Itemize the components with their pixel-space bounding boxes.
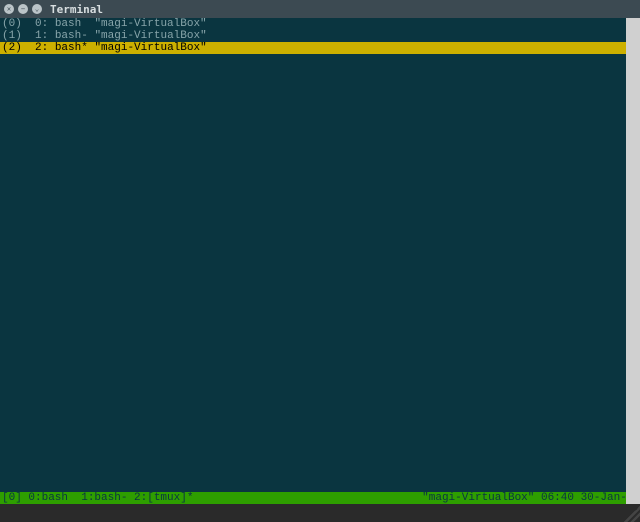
resize-handle-icon[interactable]: [624, 506, 640, 522]
minimize-icon[interactable]: −: [18, 4, 28, 14]
window-titlebar: ✕ − ⌄ Terminal: [0, 0, 640, 18]
tmux-session-line[interactable]: (1) 1: bash- "magi-VirtualBox": [0, 30, 640, 42]
statusbar-right: "magi-VirtualBox" 06:40 30-Jan-18: [422, 492, 640, 504]
statusbar-left: [0] 0:bash 1:bash- 2:[tmux]*: [0, 492, 193, 504]
close-icon[interactable]: ✕: [4, 4, 14, 14]
tmux-statusbar: [0] 0:bash 1:bash- 2:[tmux]* "magi-Virtu…: [0, 492, 640, 504]
tmux-session-line[interactable]: (0) 0: bash "magi-VirtualBox": [0, 18, 640, 30]
maximize-icon[interactable]: ⌄: [32, 4, 42, 14]
terminal-content[interactable]: (0) 0: bash "magi-VirtualBox" (1) 1: bas…: [0, 18, 640, 504]
scrollbar[interactable]: [626, 18, 640, 504]
tmux-session-line-selected[interactable]: (2) 2: bash* "magi-VirtualBox": [0, 42, 640, 54]
window-bottom-border: [0, 504, 640, 522]
window-title: Terminal: [50, 3, 103, 16]
